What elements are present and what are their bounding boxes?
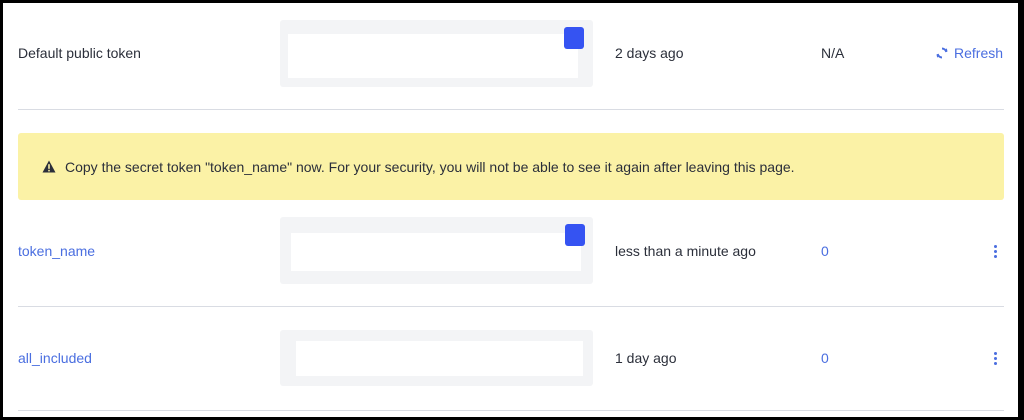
token-name-link[interactable]: all_included (18, 350, 92, 366)
token-created: 2 days ago (615, 45, 684, 61)
token-uses: N/A (821, 45, 845, 61)
kebab-menu-icon[interactable] (991, 352, 999, 368)
token-uses[interactable]: 0 (821, 350, 829, 366)
warning-triangle-icon (42, 160, 56, 173)
kebab-menu-icon[interactable] (991, 245, 999, 261)
tokens-panel: Default public token 2 days ago N/A Refr… (3, 3, 1018, 417)
token-name-default: Default public token (18, 45, 141, 61)
token-name-link[interactable]: token_name (18, 243, 95, 259)
token-value-field[interactable] (288, 34, 578, 78)
secret-token-warning: Copy the secret token "token_name" now. … (18, 133, 1004, 200)
row-divider (18, 410, 1004, 411)
copy-icon[interactable] (565, 224, 585, 246)
copy-icon[interactable] (564, 27, 584, 49)
refresh-label: Refresh (954, 45, 1004, 61)
token-created: less than a minute ago (615, 243, 756, 259)
token-value-box (280, 217, 593, 284)
refresh-button[interactable]: Refresh (936, 45, 1003, 61)
token-value-box (280, 330, 593, 386)
token-uses[interactable]: 0 (821, 243, 829, 259)
token-value-field[interactable] (291, 233, 581, 271)
token-value-box (280, 20, 593, 87)
row-divider (18, 109, 1004, 110)
token-value-field[interactable] (296, 341, 583, 376)
row-divider (18, 306, 1004, 307)
warning-text: Copy the secret token "token_name" now. … (65, 158, 795, 175)
refresh-icon (936, 47, 948, 59)
token-created: 1 day ago (615, 350, 677, 366)
